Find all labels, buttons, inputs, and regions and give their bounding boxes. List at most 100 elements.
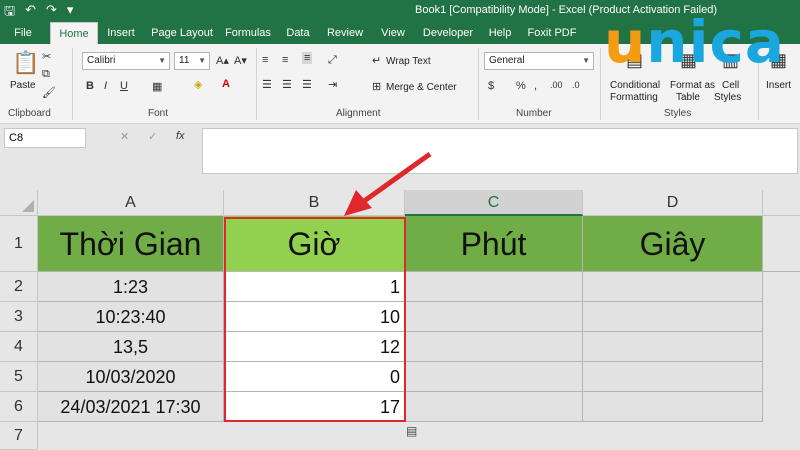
cell-d5[interactable]	[583, 362, 763, 392]
italic-icon[interactable]: I	[104, 80, 107, 92]
align-bottom-icon[interactable]: ≡	[302, 52, 313, 64]
cell-b1[interactable]: Giờ	[224, 216, 405, 272]
insert-cells-button[interactable]: Insert	[766, 80, 791, 91]
cell-b3[interactable]: 10	[224, 302, 405, 332]
select-all-corner[interactable]	[0, 190, 38, 216]
unica-logo: unica	[604, 8, 785, 76]
undo-icon[interactable]: ↶	[25, 2, 36, 24]
merge-center-icon[interactable]: ⊞	[372, 80, 381, 93]
percent-icon[interactable]: %	[516, 80, 526, 92]
row-header-3[interactable]: 3	[0, 302, 38, 332]
cell-e1[interactable]	[763, 216, 800, 272]
cell-a2[interactable]: 1:23	[38, 272, 224, 302]
row-header-5[interactable]: 5	[0, 362, 38, 392]
cell-d6[interactable]	[583, 392, 763, 422]
save-icon[interactable]: 🖫	[4, 2, 15, 24]
borders-icon[interactable]: ▦	[152, 80, 162, 93]
underline-icon[interactable]: U	[120, 80, 128, 92]
insert-function-icon[interactable]: fx	[176, 130, 185, 142]
row-header-6[interactable]: 6	[0, 392, 38, 422]
font-size-select[interactable]: 11 ▼	[174, 52, 210, 70]
format-as-table-button-line2[interactable]: Table	[676, 92, 700, 103]
cell-a4[interactable]: 13,5	[38, 332, 224, 362]
divider	[478, 48, 479, 120]
cut-icon[interactable]: ✂	[42, 50, 51, 63]
format-as-table-button[interactable]: Format as	[670, 80, 715, 91]
cancel-icon[interactable]: ✕	[120, 130, 129, 143]
paste-icon[interactable]: 📋	[12, 50, 39, 76]
wrap-text-button[interactable]: Wrap Text	[386, 56, 431, 67]
number-format-select[interactable]: General ▼	[484, 52, 594, 70]
tab-review[interactable]: Review	[324, 22, 366, 44]
cell-d2[interactable]	[583, 272, 763, 302]
cell-d4[interactable]	[583, 332, 763, 362]
increase-decimal-icon[interactable]: .00	[550, 80, 563, 90]
tab-help[interactable]: Help	[484, 22, 516, 44]
enter-icon[interactable]: ✓	[148, 130, 157, 143]
tab-formulas[interactable]: Formulas	[224, 22, 272, 44]
tab-foxit-pdf[interactable]: Foxit PDF	[524, 22, 580, 44]
cell-b4[interactable]: 12	[224, 332, 405, 362]
cell-a3[interactable]: 10:23:40	[38, 302, 224, 332]
tab-view[interactable]: View	[376, 22, 410, 44]
tab-data[interactable]: Data	[282, 22, 314, 44]
tab-file[interactable]: File	[8, 22, 38, 44]
conditional-formatting-button-line2[interactable]: Formatting	[610, 92, 658, 103]
increase-font-icon[interactable]: A▴	[216, 54, 229, 67]
column-header-a[interactable]: A	[38, 190, 224, 216]
copy-icon[interactable]: ⧉	[42, 68, 50, 81]
decrease-decimal-icon[interactable]: .0	[572, 80, 580, 90]
comma-style-icon[interactable]: ,	[534, 80, 537, 92]
column-header-e[interactable]	[763, 190, 800, 216]
row-header-2[interactable]: 2	[0, 272, 38, 302]
indent-icon[interactable]: ⇥	[328, 78, 337, 91]
align-middle-icon[interactable]: ≡	[282, 54, 288, 66]
cell-c5[interactable]	[405, 362, 583, 392]
font-name-select[interactable]: Calibri ▼	[82, 52, 170, 70]
conditional-formatting-button[interactable]: Conditional	[610, 80, 660, 91]
cell-c1[interactable]: Phút	[405, 216, 583, 272]
tab-home[interactable]: Home	[50, 22, 98, 44]
quick-analysis-icon[interactable]: ▤	[406, 424, 417, 438]
cell-d1[interactable]: Giây	[583, 216, 763, 272]
customize-qat-icon[interactable]: ▾	[67, 2, 74, 24]
name-box[interactable]: C8	[4, 128, 86, 148]
cell-d3[interactable]	[583, 302, 763, 332]
tab-insert[interactable]: Insert	[102, 22, 140, 44]
cell-a5[interactable]: 10/03/2020	[38, 362, 224, 392]
format-painter-icon[interactable]: 🖌	[42, 86, 56, 99]
cell-c4[interactable]	[405, 332, 583, 362]
decrease-font-icon[interactable]: A▾	[234, 54, 247, 67]
align-top-icon[interactable]: ≡	[262, 54, 268, 66]
row-header-4[interactable]: 4	[0, 332, 38, 362]
cell-c6[interactable]	[405, 392, 583, 422]
row-header-7[interactable]: 7	[0, 422, 38, 450]
bold-icon[interactable]: B	[86, 80, 94, 92]
cell-b6[interactable]: 17	[224, 392, 405, 422]
tab-developer[interactable]: Developer	[420, 22, 476, 44]
column-header-d[interactable]: D	[583, 190, 763, 216]
align-right-icon[interactable]: ☰	[302, 78, 312, 91]
font-color-icon[interactable]: A	[222, 78, 230, 90]
fill-color-icon[interactable]: ◈	[194, 78, 202, 91]
row-header-1[interactable]: 1	[0, 216, 38, 272]
align-center-icon[interactable]: ☰	[282, 78, 292, 91]
cell-a6[interactable]: 24/03/2021 17:30	[38, 392, 224, 422]
merge-center-button[interactable]: Merge & Center	[386, 82, 457, 93]
align-left-icon[interactable]: ☰	[262, 78, 272, 91]
formula-input[interactable]	[202, 128, 798, 174]
cell-styles-button-line2[interactable]: Styles	[714, 92, 741, 103]
wrap-text-icon[interactable]: ↵	[372, 54, 381, 67]
cell-a1[interactable]: Thời Gian	[38, 216, 224, 272]
orientation-icon[interactable]: ⤢	[328, 54, 337, 67]
cell-b2[interactable]: 1	[224, 272, 405, 302]
redo-icon[interactable]: ↷	[46, 2, 57, 24]
cell-c3[interactable]	[405, 302, 583, 332]
cell-c2[interactable]	[405, 272, 583, 302]
paste-button[interactable]: Paste	[10, 80, 36, 91]
clipboard-group-label: Clipboard	[8, 108, 51, 119]
tab-page-layout[interactable]: Page Layout	[150, 22, 214, 44]
cell-styles-button[interactable]: Cell	[722, 80, 739, 91]
accounting-format-icon[interactable]: $	[488, 80, 494, 92]
cell-b5[interactable]: 0	[224, 362, 405, 392]
